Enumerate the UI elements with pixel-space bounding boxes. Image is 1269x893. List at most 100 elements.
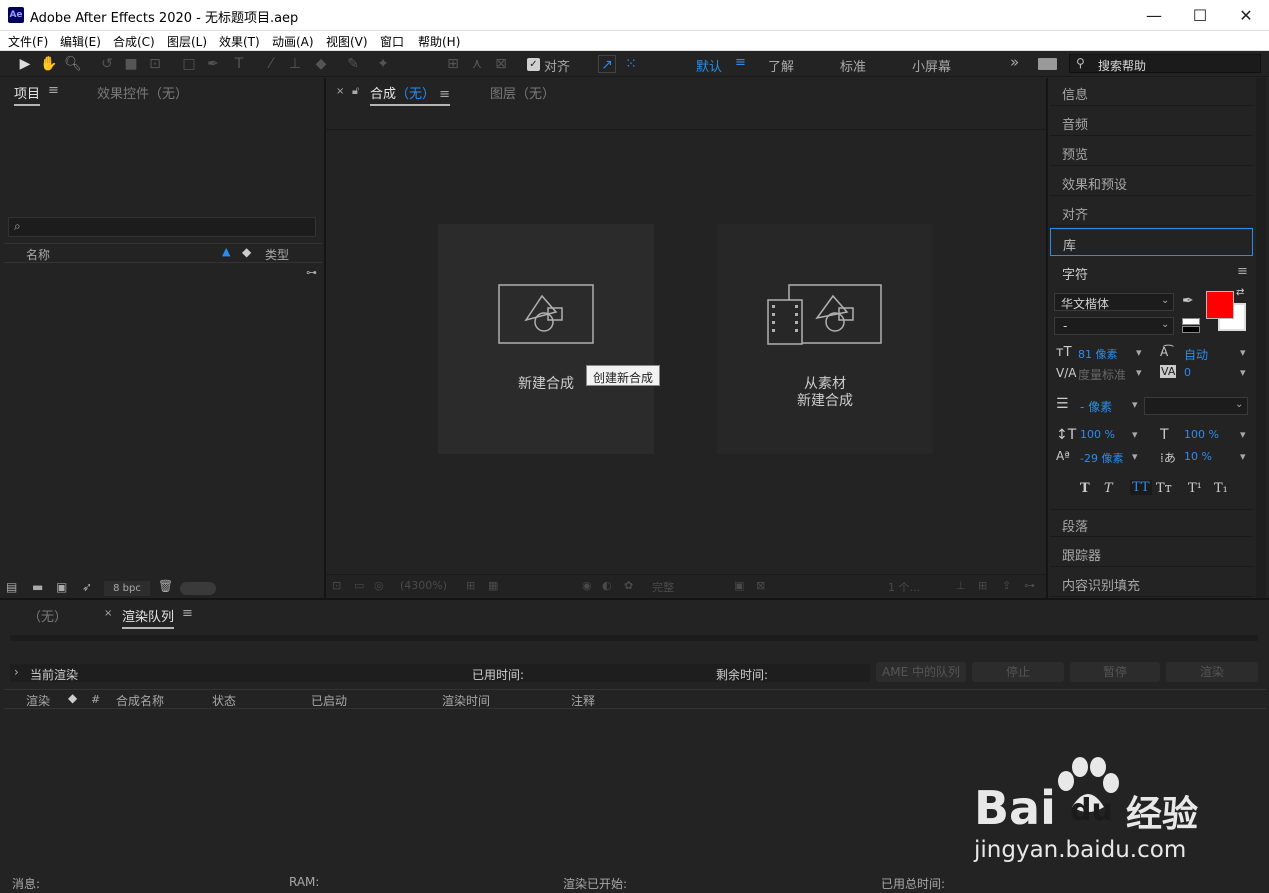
workspace-menu-icon[interactable]: ≡ xyxy=(735,55,746,70)
minimize-button[interactable]: — xyxy=(1131,0,1177,31)
menu-help[interactable]: 帮助(H) xyxy=(418,33,460,50)
transparency-grid-icon[interactable]: ⊠ xyxy=(756,579,765,592)
faux-bold-button[interactable]: T xyxy=(1080,481,1090,496)
render-button[interactable]: 渲染 xyxy=(1166,662,1258,682)
render-queue-menu-icon[interactable]: ≡ xyxy=(182,606,193,621)
interpret-footage-icon[interactable]: ▤ xyxy=(6,580,17,594)
pan-behind-tool-icon[interactable]: ⊡ xyxy=(146,55,164,73)
menu-view[interactable]: 视图(V) xyxy=(326,33,368,50)
label-tag-icon[interactable]: ◆ xyxy=(68,691,77,705)
label-tag-icon[interactable]: ◆ xyxy=(242,245,251,259)
reset-exposure-icon[interactable]: ⊥ xyxy=(956,579,966,592)
zoom-tool-icon[interactable]: 🔍︎ xyxy=(64,55,82,73)
local-axis-icon[interactable]: ⊞ xyxy=(444,55,462,73)
column-started[interactable]: 已启动 xyxy=(311,692,347,709)
tab-timeline-none[interactable]: （无） xyxy=(28,606,67,625)
brush-tool-icon[interactable]: ⁄ xyxy=(262,55,280,73)
chevron-down-icon[interactable]: ▾ xyxy=(1136,366,1142,379)
panel-info[interactable]: 信息 xyxy=(1050,78,1253,106)
panel-audio[interactable]: 音频 xyxy=(1050,108,1253,136)
rectangle-tool-icon[interactable]: □ xyxy=(180,55,198,73)
column-comment[interactable]: 注释 xyxy=(571,692,595,709)
panel-preview[interactable]: 预览 xyxy=(1050,138,1253,166)
fit-icon[interactable]: ⊞ xyxy=(466,579,475,592)
right-panel-scrollbar[interactable] xyxy=(1256,78,1266,598)
stop-button[interactable]: 停止 xyxy=(972,662,1064,682)
close-tab-icon[interactable]: × xyxy=(104,608,112,619)
stroke-width-value[interactable]: - 像素 xyxy=(1080,398,1112,415)
menu-file[interactable]: 文件(F) xyxy=(8,33,48,50)
leading-value[interactable]: 自动 xyxy=(1184,346,1208,363)
quality-dropdown[interactable]: 完整 xyxy=(652,579,674,595)
trash-icon[interactable]: 🗑︎ xyxy=(158,579,173,593)
font-style-dropdown[interactable]: - ⌄ xyxy=(1054,317,1174,335)
chevron-down-icon[interactable]: ▾ xyxy=(1240,366,1246,379)
eraser-tool-icon[interactable]: ◆ xyxy=(312,55,330,73)
close-button[interactable]: ✕ xyxy=(1223,0,1269,31)
3d-view-icon[interactable]: ⊞ xyxy=(978,579,987,592)
lock-icon[interactable]: 🔓︎ xyxy=(352,84,359,98)
snap-icon[interactable]: ↗ xyxy=(598,55,616,73)
eyedropper-icon[interactable]: ✒ xyxy=(1182,293,1194,309)
kerning-value[interactable]: 度量标准 xyxy=(1078,366,1126,383)
font-family-dropdown[interactable]: 华文楷体 ⌄ xyxy=(1054,293,1174,311)
camera-tool-icon[interactable]: ■ xyxy=(122,55,140,73)
panel-paragraph[interactable]: 段落 xyxy=(1050,509,1253,537)
new-composition-card[interactable]: 新建合成 xyxy=(438,224,654,454)
region-icon[interactable]: ▣ xyxy=(734,579,744,592)
panel-library[interactable]: 库 xyxy=(1050,228,1253,256)
column-type[interactable]: 类型 xyxy=(265,246,289,263)
baseline-shift-value[interactable]: -29 像素 xyxy=(1080,450,1123,466)
project-menu-icon[interactable]: ≡ xyxy=(48,83,59,98)
menu-effect[interactable]: 效果(T) xyxy=(219,33,260,50)
horizontal-scale-value[interactable]: 100 % xyxy=(1184,428,1219,441)
tab-composition[interactable]: 合成（无） ≡ xyxy=(370,83,451,106)
column-number[interactable]: # xyxy=(91,693,100,706)
all-caps-button[interactable]: TT xyxy=(1130,480,1152,495)
view-axis-icon[interactable]: ⊠ xyxy=(492,55,510,73)
black-swatch[interactable] xyxy=(1182,326,1200,333)
channel-icon[interactable]: ✿ xyxy=(624,579,633,592)
chevron-down-icon[interactable]: ▾ xyxy=(1132,428,1138,441)
maximize-button[interactable]: ☐ xyxy=(1177,0,1223,31)
rotate-tool-icon[interactable]: ↺ xyxy=(98,55,116,73)
grid-icon[interactable]: ▦ xyxy=(488,579,498,592)
type-tool-icon[interactable]: T xyxy=(230,55,248,73)
panel-effects-presets[interactable]: 效果和预设 xyxy=(1050,168,1253,196)
swap-colors-icon[interactable]: ⇄ xyxy=(1236,287,1244,298)
chevron-down-icon[interactable]: ▾ xyxy=(1132,398,1138,411)
faux-italic-button[interactable]: T xyxy=(1104,481,1113,496)
workspace-small-screen[interactable]: 小屏幕 xyxy=(912,56,951,75)
tracking-value[interactable]: 0 xyxy=(1184,366,1191,379)
tab-render-queue[interactable]: 渲染队列 xyxy=(122,606,175,629)
tsume-value[interactable]: 10 % xyxy=(1184,450,1212,463)
monitor-icon[interactable]: ▭ xyxy=(354,579,364,592)
snapshot-icon[interactable]: ◉ xyxy=(582,579,592,592)
pen-tool-icon[interactable]: ✒ xyxy=(204,55,222,73)
puppet-tool-icon[interactable]: ✦ xyxy=(374,55,392,73)
chevron-down-icon[interactable]: ▾ xyxy=(1240,428,1246,441)
help-search-input[interactable]: ⚲ 搜索帮助 xyxy=(1069,54,1261,73)
close-tab-icon[interactable]: × xyxy=(336,86,344,97)
stroke-type-dropdown[interactable]: ⌄ xyxy=(1144,397,1248,415)
project-search-input[interactable]: ⌕ xyxy=(8,217,316,237)
chevron-down-icon[interactable]: ▾ xyxy=(1240,450,1246,463)
workspace-default[interactable]: 默认 xyxy=(696,56,722,75)
menu-window[interactable]: 窗口 xyxy=(380,33,404,50)
bpc-button[interactable]: 8 bpc xyxy=(104,581,150,596)
hand-tool-icon[interactable]: ✋ xyxy=(40,55,58,73)
comp-menu-icon[interactable]: ≡ xyxy=(435,87,450,102)
font-size-value[interactable]: 81 像素 xyxy=(1078,346,1118,362)
world-axis-icon[interactable]: ⋏ xyxy=(468,55,486,73)
panel-content-aware-fill[interactable]: 内容识别填充 xyxy=(1050,569,1253,597)
superscript-button[interactable]: T¹ xyxy=(1188,481,1202,496)
workspace-standard[interactable]: 标准 xyxy=(840,56,866,75)
character-menu-icon[interactable]: ≡ xyxy=(1237,264,1248,279)
chevron-down-icon[interactable]: ▾ xyxy=(1136,346,1142,359)
new-folder-icon[interactable]: ▬ xyxy=(32,580,43,594)
pause-button[interactable]: 暂停 xyxy=(1070,662,1160,682)
vertical-scale-value[interactable]: 100 % xyxy=(1080,428,1115,441)
thumbnail-slider[interactable] xyxy=(180,582,216,595)
zoom-dropdown[interactable]: (4300%) xyxy=(400,579,447,592)
expand-chevron-icon[interactable]: › xyxy=(14,665,19,679)
